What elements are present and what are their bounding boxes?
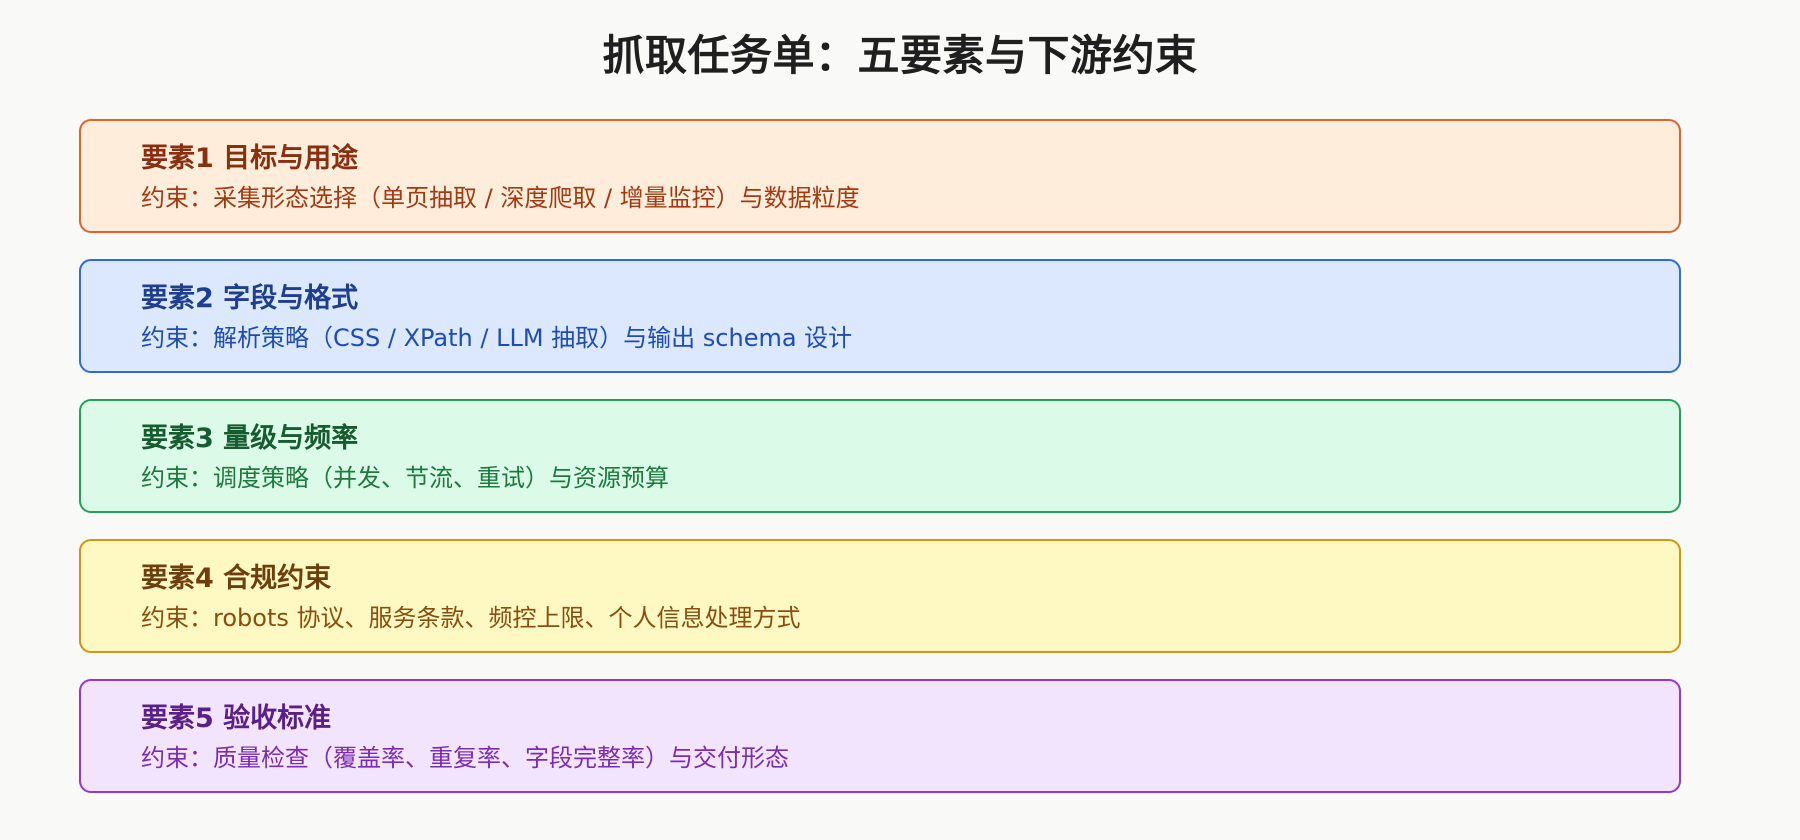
element-card-4: 要素4 合规约束 约束：robots 协议、服务条款、频控上限、个人信息处理方式 — [79, 539, 1681, 653]
page-title: 抓取任务单：五要素与下游约束 — [602, 31, 1198, 80]
element-card-list: 要素1 目标与用途 约束：采集形态选择（单页抽取 / 深度爬取 / 增量监控）与… — [79, 119, 1681, 819]
element-card-5: 要素5 验收标准 约束：质量检查（覆盖率、重复率、字段完整率）与交付形态 — [79, 679, 1681, 793]
card-constraint: 约束：解析策略（CSS / XPath / LLM 抽取）与输出 schema … — [141, 324, 853, 352]
card-heading: 要素1 目标与用途 — [141, 143, 359, 174]
card-constraint: 约束：质量检查（覆盖率、重复率、字段完整率）与交付形态 — [141, 744, 789, 772]
element-card-2: 要素2 字段与格式 约束：解析策略（CSS / XPath / LLM 抽取）与… — [79, 259, 1681, 373]
card-constraint: 约束：采集形态选择（单页抽取 / 深度爬取 / 增量监控）与数据粒度 — [141, 184, 860, 212]
element-card-1: 要素1 目标与用途 约束：采集形态选择（单页抽取 / 深度爬取 / 增量监控）与… — [79, 119, 1681, 233]
card-heading: 要素3 量级与频率 — [141, 423, 359, 454]
card-heading: 要素2 字段与格式 — [141, 283, 359, 314]
card-constraint: 约束：调度策略（并发、节流、重试）与资源预算 — [141, 464, 669, 492]
card-heading: 要素5 验收标准 — [141, 703, 332, 734]
card-constraint: 约束：robots 协议、服务条款、频控上限、个人信息处理方式 — [141, 604, 801, 632]
card-heading: 要素4 合规约束 — [141, 563, 332, 594]
element-card-3: 要素3 量级与频率 约束：调度策略（并发、节流、重试）与资源预算 — [79, 399, 1681, 513]
